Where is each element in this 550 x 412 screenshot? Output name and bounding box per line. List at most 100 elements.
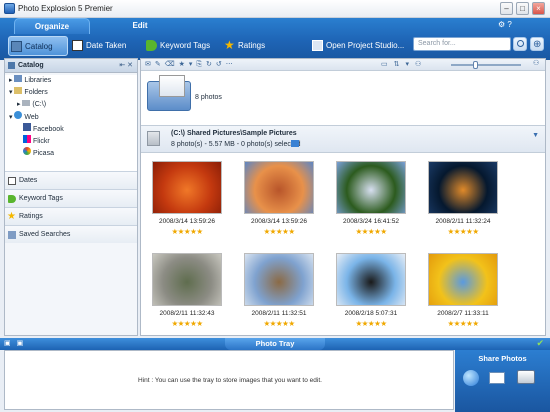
tray-left-icons[interactable]: ▣▣ — [4, 339, 29, 347]
tree-web[interactable]: ▾ Web — [5, 111, 137, 123]
tree-drive-c[interactable]: ▸ (C:\) — [5, 99, 137, 111]
photo-rating-stars[interactable]: ★★★★★ — [239, 228, 319, 236]
photo-image[interactable] — [152, 253, 222, 306]
share-panel: Share Photos — [455, 350, 550, 412]
zoom-slider-thumb[interactable] — [473, 61, 478, 69]
photo-rating-stars[interactable]: ★★★★★ — [239, 320, 319, 328]
section-keyword-tags[interactable]: Keyword Tags — [5, 189, 137, 207]
photo-image[interactable] — [244, 161, 314, 214]
photo-rating-stars[interactable]: ★★★★★ — [331, 228, 411, 236]
nav-ratings-label: Ratings — [238, 41, 266, 50]
picasa-icon — [23, 147, 31, 155]
saved-search-icon — [8, 231, 16, 239]
content-toolbar: ✉✎⌫★▾⎘↻↺⋯ ▭⇅▾⚇ ⚇ — [141, 59, 545, 71]
collection-summary: 8 photo(s) - 5.57 MB - 0 photo(s) select… — [171, 141, 301, 148]
section-saved-searches[interactable]: Saved Searches — [5, 225, 137, 243]
collapse-arrow-icon[interactable]: ▼ — [532, 132, 539, 139]
photo-date: 2008/2/18 5:07:31 — [344, 310, 398, 317]
globe-share-icon[interactable] — [463, 370, 479, 386]
close-button[interactable]: × — [532, 2, 545, 15]
star-icon: ★ — [224, 38, 235, 52]
photo-date: 2008/3/14 13:59:26 — [158, 218, 216, 225]
tray-hint: Hint : You can use the tray to store ima… — [138, 377, 322, 384]
search-icon — [517, 40, 524, 47]
nav-catalog-label: Catalog — [25, 42, 53, 51]
toolbar-icons[interactable]: ✉✎⌫★▾⎘↻↺⋯ — [145, 60, 237, 69]
sidebar-header-label: Catalog — [18, 62, 44, 69]
email-share-icon[interactable] — [489, 372, 505, 384]
photo-grid: 2008/3/14 13:59:26 ★★★★★ 2008/3/14 13:59:2… — [141, 155, 545, 335]
tree-flickr[interactable]: Flickr — [5, 135, 137, 147]
globe-icon — [14, 111, 23, 119]
maximize-button[interactable]: □ — [516, 2, 529, 15]
sidebar-controls-icon[interactable]: ⇤ ✕ — [119, 61, 133, 69]
photo-tray-title[interactable]: Photo Tray — [225, 338, 325, 350]
photo-rating-stars[interactable]: ★★★★★ — [147, 320, 227, 328]
photo-thumbnail[interactable]: 2008/2/11 11:32:51 ★★★★★ — [239, 253, 319, 339]
sidebar: Catalog ⇤ ✕ ▸ Libraries ▾ Folders ▸ (C:\… — [4, 58, 138, 336]
advanced-search-button[interactable]: ⊕ — [530, 37, 544, 51]
drive-icon — [147, 131, 160, 146]
nav-date-taken[interactable]: Date Taken — [70, 36, 142, 56]
section-ratings[interactable]: ★ Ratings — [5, 207, 137, 225]
photo-rating-stars[interactable]: ★★★★★ — [331, 320, 411, 328]
photo-thumbnail[interactable]: 2008/2/18 5:07:31 ★★★★★ — [331, 253, 411, 339]
photo-thumbnail[interactable]: 2008/2/11 11:32:24 ★★★★★ — [423, 161, 503, 247]
facebook-icon — [23, 123, 31, 131]
photo-rating-stars[interactable]: ★★★★★ — [423, 228, 503, 236]
photo-date: 2008/2/7 11:33:11 — [437, 310, 489, 317]
photo-date: 2008/3/24 16:41:52 — [342, 218, 400, 225]
tab-edit[interactable]: Edit — [110, 18, 170, 34]
photo-thumbnail[interactable]: 2008/2/11 11:32:43 ★★★★★ — [147, 253, 227, 339]
nav-keyword-tags-label: Keyword Tags — [160, 41, 211, 50]
minimize-button[interactable]: – — [500, 2, 513, 15]
photo-image[interactable] — [336, 253, 406, 306]
tag-icon — [146, 40, 157, 51]
zoom-slider[interactable] — [451, 64, 521, 66]
photo-thumbnail[interactable]: 2008/2/7 11:33:11 ★★★★★ — [423, 253, 503, 339]
folder-photo-count: 8 photos — [195, 94, 222, 101]
tray-pin-icon[interactable]: ✔ — [536, 338, 544, 349]
search-input[interactable]: Search for... — [413, 37, 511, 51]
nav-catalog[interactable]: Catalog — [8, 36, 68, 56]
library-icon — [14, 75, 23, 82]
view-options-icons[interactable]: ▭⇅▾⚇ — [381, 60, 427, 68]
nav-ratings[interactable]: ★ Ratings — [222, 36, 278, 56]
people-icon[interactable]: ⚇ — [533, 59, 539, 67]
photo-date: 2008/2/11 11:32:43 — [159, 310, 215, 317]
settings-icon[interactable]: ⚙ ? — [498, 20, 512, 29]
photo-date: 2008/2/11 11:32:51 — [251, 310, 307, 317]
folder-thumbnail[interactable] — [147, 75, 191, 111]
calendar-icon — [8, 177, 16, 185]
nav-keyword-tags[interactable]: Keyword Tags — [144, 36, 222, 56]
share-title: Share Photos — [478, 354, 527, 363]
select-all-icon[interactable] — [291, 140, 299, 147]
print-share-icon[interactable] — [517, 370, 535, 384]
flickr-icon — [23, 135, 31, 143]
tree-picasa[interactable]: Picasa — [5, 147, 137, 159]
search-button[interactable] — [513, 37, 527, 51]
photo-rating-stars[interactable]: ★★★★★ — [423, 320, 503, 328]
photo-image[interactable] — [428, 161, 498, 214]
photo-image[interactable] — [244, 253, 314, 306]
photo-image[interactable] — [152, 161, 222, 214]
tag-icon — [8, 195, 16, 203]
photo-image[interactable] — [336, 161, 406, 214]
tree-libraries[interactable]: ▸ Libraries — [5, 75, 137, 87]
photo-thumbnail[interactable]: 2008/3/24 16:41:52 ★★★★★ — [331, 161, 411, 247]
photo-date: 2008/3/14 13:59:26 — [250, 218, 308, 225]
photo-rating-stars[interactable]: ★★★★★ — [147, 228, 227, 236]
tree-facebook[interactable]: Facebook — [5, 123, 137, 135]
tab-organize[interactable]: Organize — [14, 18, 90, 34]
photo-thumbnail[interactable]: 2008/3/14 13:59:26 ★★★★★ — [239, 161, 319, 247]
photo-date: 2008/2/11 11:32:24 — [435, 218, 491, 225]
tree-folders[interactable]: ▾ Folders — [5, 87, 137, 99]
drive-icon — [22, 100, 31, 106]
nav-open-project-studio[interactable]: Open Project Studio... — [310, 36, 408, 56]
section-dates[interactable]: Dates — [5, 171, 137, 189]
photo-image[interactable] — [428, 253, 498, 306]
catalog-icon — [11, 41, 22, 52]
collection-header: (C:\) Shared Pictures\Sample Pictures 8 … — [141, 125, 545, 153]
app-icon — [4, 3, 15, 14]
photo-thumbnail[interactable]: 2008/3/14 13:59:26 ★★★★★ — [147, 161, 227, 247]
